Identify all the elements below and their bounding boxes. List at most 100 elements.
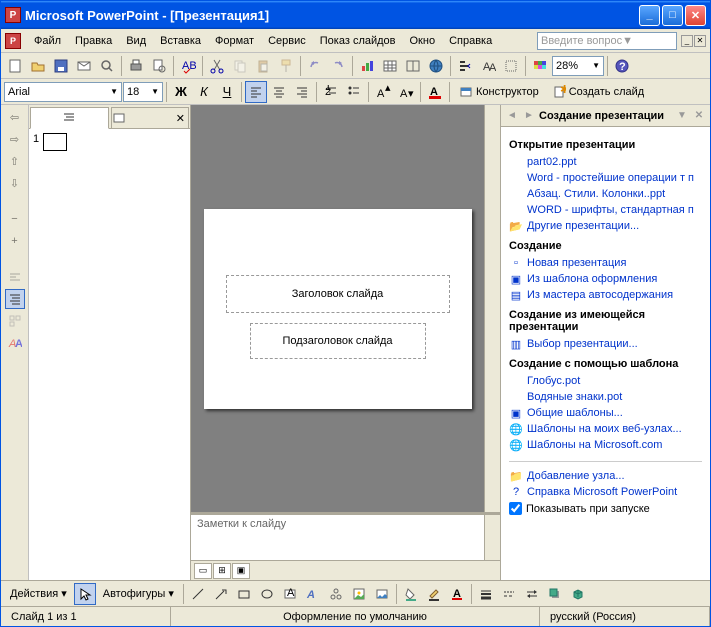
new-slide-button[interactable]: ✱Создать слайд — [546, 81, 650, 103]
slide-editor[interactable]: Заголовок слайда Подзаголовок слайда — [191, 105, 484, 512]
close-button[interactable]: ✕ — [685, 5, 706, 26]
slide-canvas[interactable]: Заголовок слайда Подзаголовок слайда — [204, 209, 472, 409]
zoom-combo[interactable]: 28%▼ — [552, 56, 604, 76]
search-button[interactable] — [96, 55, 118, 77]
slides-tab[interactable]: ✕ — [111, 107, 190, 128]
link-ms-templates[interactable]: 🌐Шаблоны на Microsoft.com — [509, 437, 702, 453]
insert-picture-button[interactable] — [371, 583, 393, 605]
link-recent-3[interactable]: Абзац. Стили. Колонки..ppt — [509, 186, 702, 202]
menu-view[interactable]: Вид — [119, 33, 153, 49]
taskpane-back-button[interactable]: ◄ — [505, 109, 519, 123]
link-recent-1[interactable]: part02.ppt — [509, 154, 702, 170]
collapse-button[interactable]: − — [5, 209, 25, 229]
show-formatting-side-button[interactable]: AA — [5, 333, 25, 353]
select-objects-button[interactable] — [74, 583, 96, 605]
fill-color-button[interactable] — [400, 583, 422, 605]
maximize-button[interactable]: □ — [662, 5, 683, 26]
menu-help[interactable]: Справка — [442, 33, 499, 49]
bold-button[interactable]: Ж — [170, 81, 192, 103]
italic-button[interactable]: К — [193, 81, 215, 103]
dash-style-button[interactable] — [498, 583, 520, 605]
link-template-1[interactable]: Глобус.pot — [509, 373, 702, 389]
link-add-node[interactable]: 📁Добавление узла... — [509, 468, 702, 484]
align-left-button[interactable] — [245, 81, 267, 103]
taskpane-close-button[interactable]: ✕ — [692, 109, 706, 123]
menu-edit[interactable]: Правка — [68, 33, 119, 49]
autoshapes-menu[interactable]: Автофигуры ▾ — [97, 583, 180, 605]
link-recent-2[interactable]: Word - простейшие операции т п — [509, 170, 702, 186]
align-right-button[interactable] — [291, 81, 313, 103]
subtitle-placeholder[interactable]: Подзаголовок слайда — [250, 323, 426, 359]
save-button[interactable] — [50, 55, 72, 77]
link-choose-presentation[interactable]: ▥Выбор презентации... — [509, 336, 702, 352]
mdi-close-button[interactable]: ✕ — [694, 35, 706, 47]
mdi-minimize-button[interactable]: _ — [681, 35, 693, 47]
wordart-button[interactable]: A — [302, 583, 324, 605]
expand-button[interactable]: + — [5, 231, 25, 251]
demote-button[interactable]: ⇨ — [5, 129, 25, 149]
link-web-templates[interactable]: 🌐Шаблоны на моих веб-узлах... — [509, 421, 702, 437]
increase-font-button[interactable]: A▴ — [372, 81, 394, 103]
paste-button[interactable] — [252, 55, 274, 77]
link-general-templates[interactable]: ▣Общие шаблоны... — [509, 405, 702, 421]
notes-scrollbar[interactable] — [484, 515, 500, 560]
link-from-design[interactable]: ▣Из шаблона оформления — [509, 271, 702, 287]
copy-button[interactable] — [229, 55, 251, 77]
link-pp-help[interactable]: ?Справка Microsoft PowerPoint — [509, 484, 702, 500]
design-button[interactable]: Конструктор — [453, 81, 545, 103]
decrease-font-button[interactable]: A▾ — [395, 81, 417, 103]
underline-button[interactable]: Ч — [216, 81, 238, 103]
show-formatting-button[interactable]: AA — [477, 55, 499, 77]
arrow-tool-button[interactable] — [210, 583, 232, 605]
grid-guides-button[interactable] — [500, 55, 522, 77]
insert-hyperlink-button[interactable] — [425, 55, 447, 77]
close-pane-button[interactable]: ✕ — [173, 112, 188, 125]
font-color-button[interactable]: A — [424, 81, 446, 103]
insert-chart-button[interactable] — [356, 55, 378, 77]
insert-table-button[interactable] — [379, 55, 401, 77]
font-size-combo[interactable]: 18▼ — [123, 82, 163, 102]
link-from-wizard[interactable]: ▤Из мастера автосодержания — [509, 287, 702, 303]
tables-borders-button[interactable] — [402, 55, 424, 77]
sorter-view-button[interactable]: ⊞ — [213, 563, 231, 579]
help-button[interactable]: ? — [611, 55, 633, 77]
minimize-button[interactable]: _ — [639, 5, 660, 26]
draw-actions-menu[interactable]: Действия ▾ — [4, 583, 73, 605]
menu-format[interactable]: Формат — [208, 33, 261, 49]
startup-checkbox[interactable] — [509, 502, 522, 515]
link-more-presentations[interactable]: 📂Другие презентации... — [509, 218, 702, 234]
summary-slide-button[interactable] — [5, 311, 25, 331]
3d-style-button[interactable] — [567, 583, 589, 605]
textbox-tool-button[interactable]: A — [279, 583, 301, 605]
bullets-button[interactable] — [343, 81, 365, 103]
link-recent-4[interactable]: WORD - шрифты, стандартная п — [509, 202, 702, 218]
link-new-blank[interactable]: ▫Новая презентация — [509, 255, 702, 271]
print-preview-button[interactable] — [148, 55, 170, 77]
undo-button[interactable] — [304, 55, 326, 77]
normal-view-button[interactable]: ▭ — [194, 563, 212, 579]
vertical-scrollbar[interactable] — [484, 105, 500, 512]
rectangle-tool-button[interactable] — [233, 583, 255, 605]
line-style-button[interactable] — [475, 583, 497, 605]
clipart-button[interactable] — [348, 583, 370, 605]
expand-all-button[interactable] — [454, 55, 476, 77]
shadow-style-button[interactable] — [544, 583, 566, 605]
line-color-button[interactable] — [423, 583, 445, 605]
align-center-button[interactable] — [268, 81, 290, 103]
diagram-button[interactable] — [325, 583, 347, 605]
redo-button[interactable] — [327, 55, 349, 77]
collapse-all-button[interactable] — [5, 267, 25, 287]
new-button[interactable] — [4, 55, 26, 77]
notes-pane[interactable]: Заметки к слайду — [191, 512, 500, 560]
slide-thumb-1[interactable]: 1 — [33, 133, 186, 151]
format-painter-button[interactable] — [275, 55, 297, 77]
promote-button[interactable]: ⇦ — [5, 107, 25, 127]
menu-slideshow[interactable]: Показ слайдов — [313, 33, 403, 49]
link-template-2[interactable]: Водяные знаки.pot — [509, 389, 702, 405]
menu-window[interactable]: Окно — [403, 33, 443, 49]
arrow-style-button[interactable] — [521, 583, 543, 605]
taskpane-dropdown-button[interactable]: ▼ — [675, 109, 689, 123]
menu-tools[interactable]: Сервис — [261, 33, 313, 49]
title-placeholder[interactable]: Заголовок слайда — [226, 275, 450, 313]
color-grayscale-button[interactable] — [529, 55, 551, 77]
